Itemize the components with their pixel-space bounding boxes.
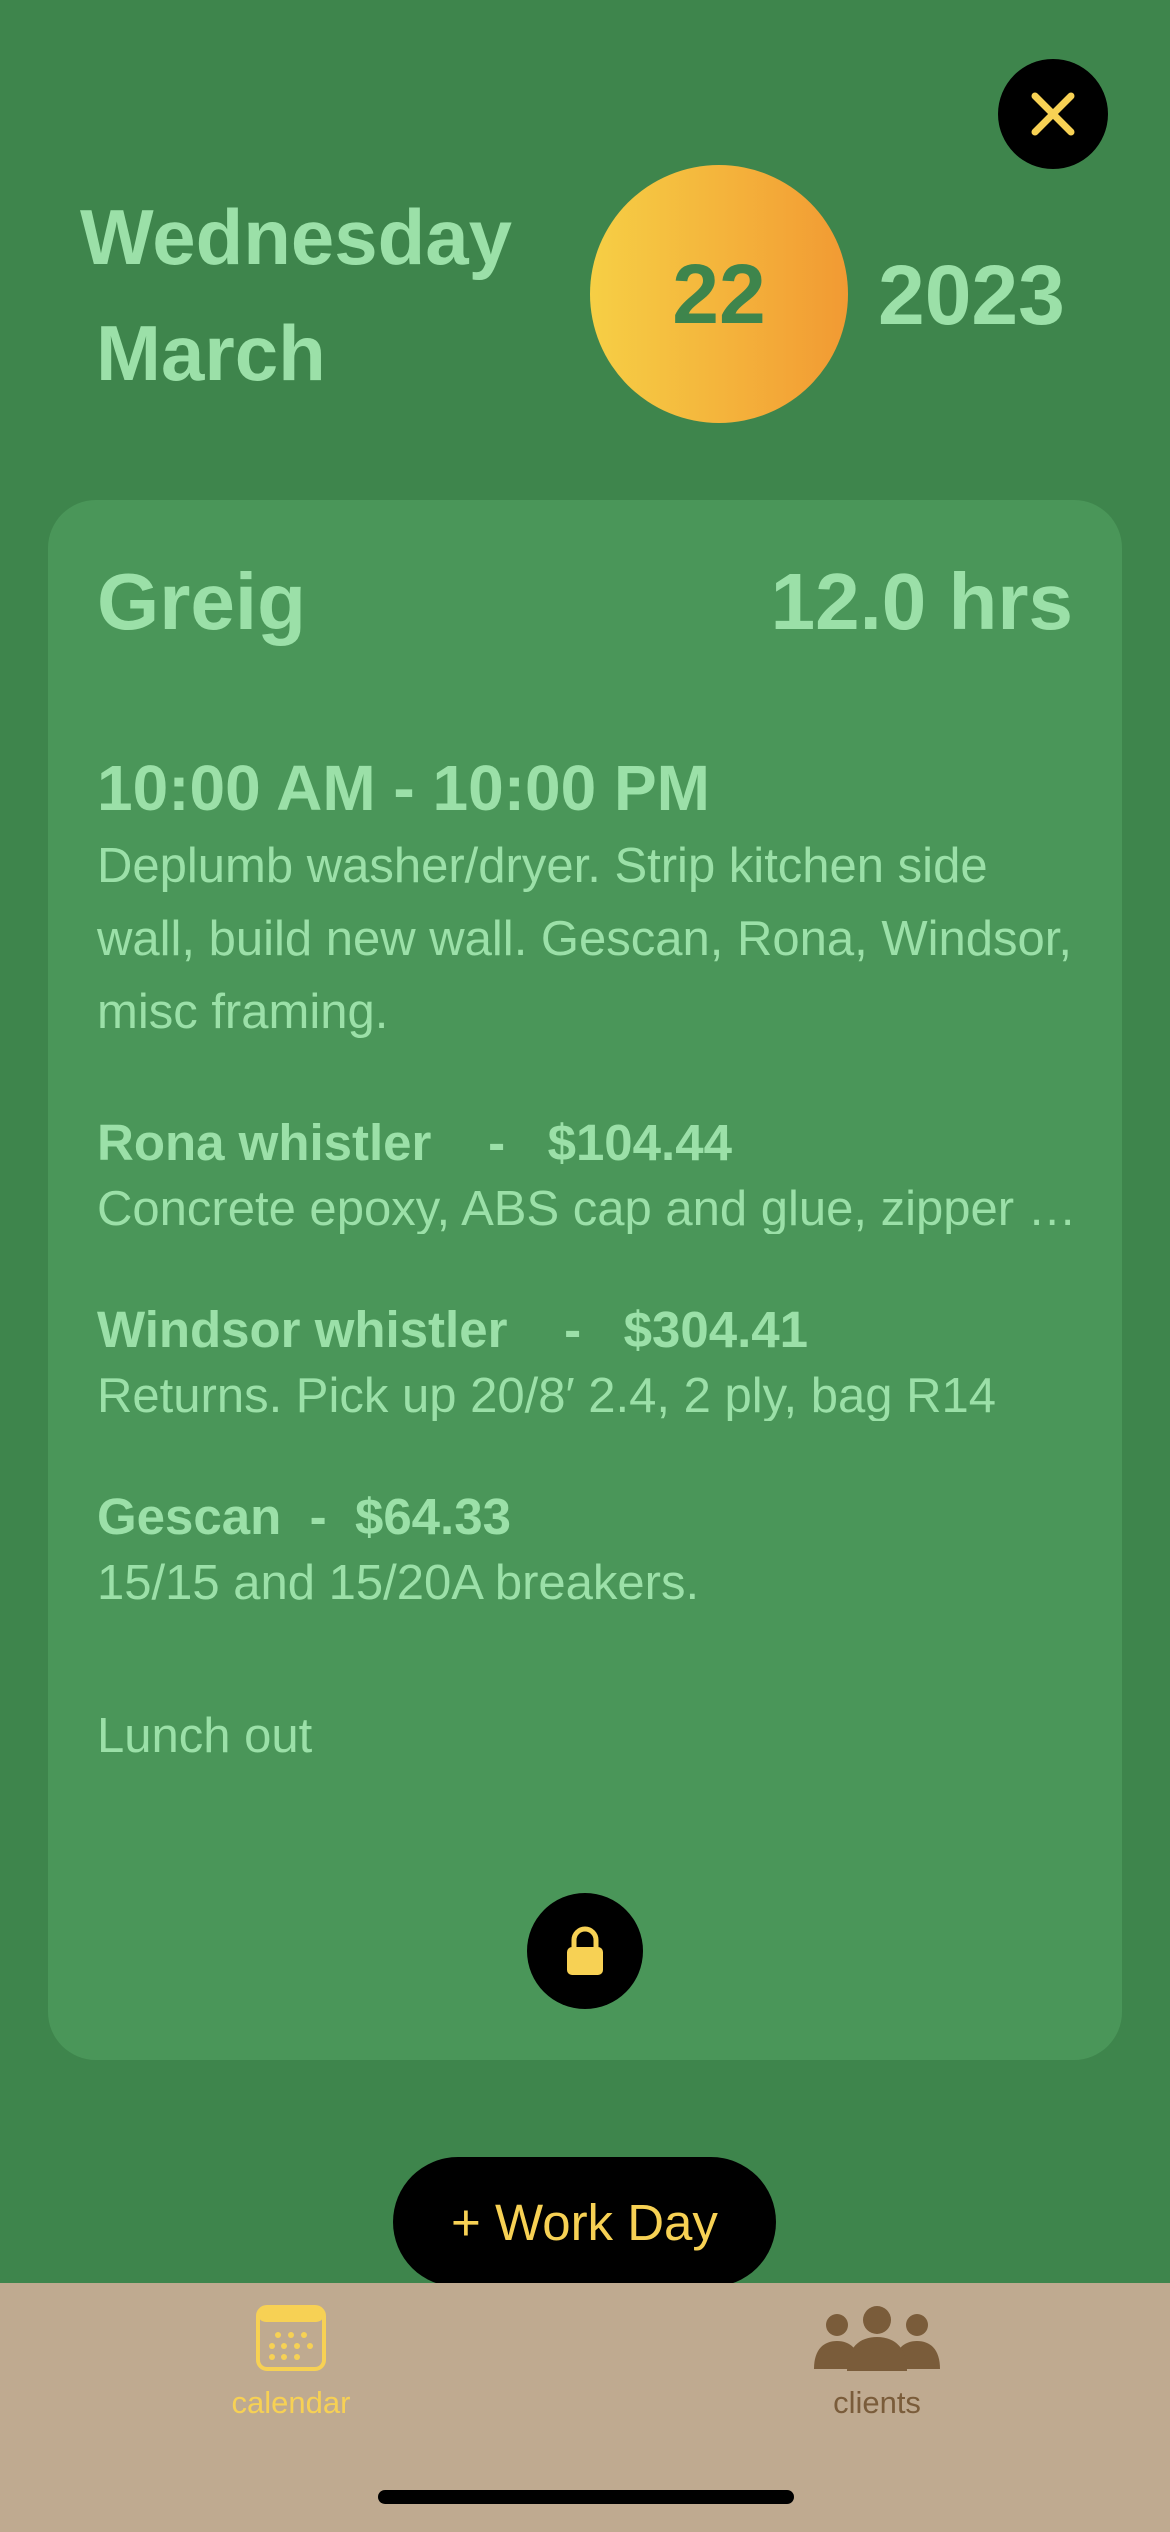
lock-icon: [567, 1926, 603, 1975]
day-badge: 22: [590, 165, 848, 423]
month-label: March: [96, 309, 326, 397]
expense-item[interactable]: Rona whistler - $104.44 Concrete epoxy, …: [97, 1117, 1097, 1234]
people-icon: [814, 2306, 940, 2371]
expense-amount: $64.33: [354, 1488, 511, 1545]
expense-item[interactable]: Windsor whistler - $304.41 Returns. Pick…: [97, 1304, 1097, 1421]
expense-separator: -: [564, 1301, 582, 1358]
tab-calendar-label: calendar: [231, 2385, 351, 2420]
expense-vendor: Gescan: [97, 1488, 282, 1545]
client-name: Greig: [97, 557, 306, 646]
expense-amount: $104.44: [547, 1114, 732, 1171]
job-description: Deplumb washer/dryer. Strip kitchen side…: [97, 839, 1072, 1039]
expense-title: Gescan - $64.33: [97, 1491, 1097, 1542]
expense-description: Returns. Pick up 20/8′ 2.4, 2 ply, bag R…: [97, 1372, 996, 1421]
expense-vendor: Rona whistler: [97, 1114, 432, 1171]
expense-item[interactable]: Gescan - $64.33 15/15 and 15/20A breaker…: [97, 1491, 1097, 1608]
add-workday-button[interactable]: + Work Day: [393, 2157, 776, 2287]
home-indicator: [378, 2490, 794, 2504]
workday-card[interactable]: Greig 12.0 hrs 10:00 AM - 10:00 PM Deplu…: [48, 500, 1122, 2060]
hours-total: 12.0 hrs: [770, 557, 1073, 646]
tab-clients-label: clients: [833, 2385, 921, 2420]
time-range: 10:00 AM - 10:00 PM: [97, 752, 710, 824]
expense-separator: -: [488, 1114, 506, 1171]
tab-calendar[interactable]: calendar: [141, 2305, 441, 2421]
year-label: 2023: [878, 248, 1065, 342]
day-number: 22: [672, 246, 766, 341]
expense-amount: $304.41: [623, 1301, 808, 1358]
close-icon: [1031, 92, 1075, 136]
expense-description: Concrete epoxy, ABS cap and glue, zipper…: [97, 1185, 1097, 1234]
weekday-label: Wednesday: [80, 193, 513, 281]
calendar-icon: [256, 2305, 326, 2371]
workday-note: Lunch out: [97, 1709, 313, 1763]
expense-description: 15/15 and 15/20A breakers.: [97, 1559, 700, 1608]
expense-vendor: Windsor whistler: [97, 1301, 508, 1358]
close-button[interactable]: [998, 59, 1108, 169]
tab-clients[interactable]: clients: [727, 2305, 1027, 2421]
expense-title: Rona whistler - $104.44: [97, 1117, 1097, 1168]
expense-separator: -: [309, 1488, 327, 1545]
expense-title: Windsor whistler - $304.41: [97, 1304, 1097, 1355]
lock-button[interactable]: [527, 1893, 643, 2009]
